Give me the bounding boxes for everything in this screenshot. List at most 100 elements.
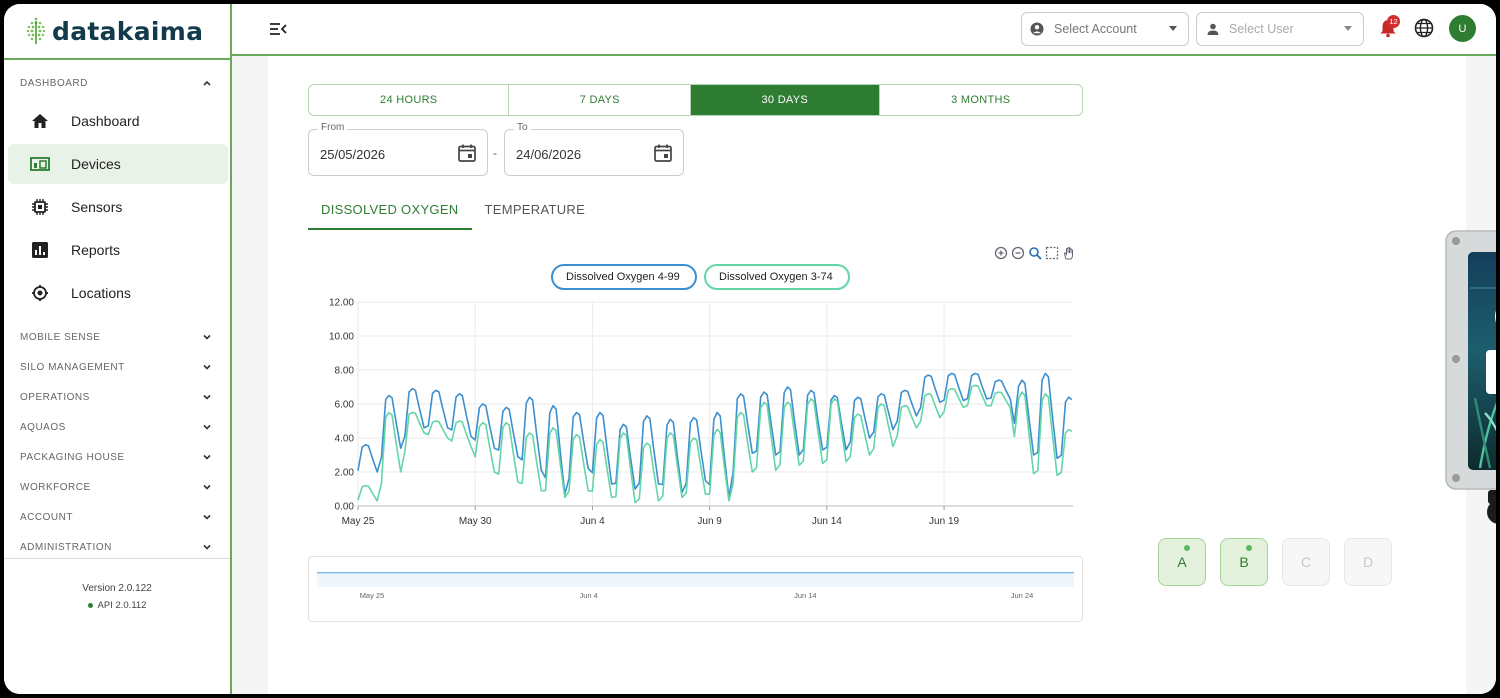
channel-d-button[interactable]: D xyxy=(1344,538,1392,586)
sidebar-item-sensors[interactable]: Sensors xyxy=(8,187,228,227)
x-tick-label: Jun 9 xyxy=(697,516,722,527)
channel-status-led xyxy=(1246,545,1252,551)
version-text: Version 2.0.122 xyxy=(82,583,152,594)
calendar-icon[interactable] xyxy=(653,143,673,163)
calendar-icon[interactable] xyxy=(457,143,477,163)
api-status-dot xyxy=(87,602,93,608)
chevron-down-icon xyxy=(203,544,211,550)
channel-label: B xyxy=(1239,554,1249,570)
tab-24-hours[interactable]: 24 HOURS xyxy=(309,85,510,115)
sidebar-item-locations[interactable]: Locations xyxy=(8,273,228,313)
sidebar-item-reports[interactable]: Reports xyxy=(8,230,228,270)
section-aquaos[interactable]: AQUAOS xyxy=(4,412,230,442)
chevron-down-icon xyxy=(203,514,211,520)
device-label-plate xyxy=(1486,350,1496,394)
caret-down-icon xyxy=(1344,26,1352,31)
pan-hand-icon[interactable] xyxy=(1062,246,1076,260)
chart-toolbar xyxy=(994,246,1076,260)
legend-series-2[interactable]: Dissolved Oxygen 3-74 xyxy=(704,264,850,290)
legend-label: Dissolved Oxygen 4-99 xyxy=(566,271,680,283)
sidebar: datakaima DASHBOARD Dashboard Devices Se… xyxy=(4,4,232,694)
selection-zoom-icon[interactable] xyxy=(1045,246,1059,260)
from-label: From xyxy=(318,122,348,133)
from-date-field[interactable]: From 25/05/2026 xyxy=(308,122,488,176)
tab-3-months[interactable]: 3 MONTHS xyxy=(880,85,1082,115)
select-user-placeholder: Select User xyxy=(1229,22,1294,36)
globe-icon[interactable] xyxy=(1414,18,1434,38)
select-account-placeholder: Select Account xyxy=(1054,22,1137,36)
zoom-in-icon[interactable] xyxy=(994,246,1008,260)
brand-name: datakaima xyxy=(52,16,204,46)
devices-icon xyxy=(30,154,50,174)
sidebar-item-devices[interactable]: Devices xyxy=(8,144,228,184)
avatar[interactable]: U xyxy=(1449,15,1476,42)
select-user[interactable]: Select User xyxy=(1196,12,1364,46)
x-tick-label: May 30 xyxy=(459,516,492,527)
tab-temperature[interactable]: TEMPERATURE xyxy=(472,196,599,230)
dissolved-oxygen-chart[interactable]: 0.00 2.00 4.00 6.00 8.00 10.00 12.00 May 25 May … xyxy=(308,292,1083,550)
section-packaging-house[interactable]: PACKAGING HOUSE xyxy=(4,442,230,472)
tab-30-days[interactable]: 30 DAYS xyxy=(691,85,880,115)
section-label: ADMINISTRATION xyxy=(20,541,112,553)
section-silo-management[interactable]: SILO MANAGEMENT xyxy=(4,352,230,382)
sidebar-item-label: Locations xyxy=(71,285,131,301)
channel-label: D xyxy=(1362,554,1374,570)
device-panel: 24 HOURS 7 DAYS 30 DAYS 3 MONTHS From 25… xyxy=(268,56,1496,694)
y-tick-label: 0.00 xyxy=(335,502,355,513)
channel-b-button[interactable]: B xyxy=(1220,538,1268,586)
section-label: OPERATIONS xyxy=(20,391,90,403)
navigator-tick-label: Jun 24 xyxy=(1011,591,1034,600)
section-dashboard[interactable]: DASHBOARD xyxy=(4,68,230,98)
series-line-1 xyxy=(357,372,1073,499)
device-image: datakaima xyxy=(1445,230,1496,524)
navigator-tick-label: Jun 4 xyxy=(579,591,597,600)
person-icon xyxy=(1207,23,1219,35)
measure-tabs: DISSOLVED OXYGEN TEMPERATURE xyxy=(308,196,598,230)
tab-7-days[interactable]: 7 DAYS xyxy=(509,85,692,115)
navigator-svg[interactable]: May 25 Jun 4 Jun 14 Jun 24 xyxy=(309,557,1082,621)
chart-navigator[interactable]: May 25 Jun 4 Jun 14 Jun 24 xyxy=(308,556,1083,622)
select-account[interactable]: Select Account xyxy=(1021,12,1189,46)
sidebar-item-dashboard[interactable]: Dashboard xyxy=(8,101,228,141)
x-tick-label: Jun 19 xyxy=(929,516,959,527)
section-workforce[interactable]: WORKFORCE xyxy=(4,472,230,502)
from-date-value: 25/05/2026 xyxy=(320,147,386,162)
brand[interactable]: datakaima xyxy=(4,4,230,60)
magnifier-icon[interactable] xyxy=(1028,246,1042,260)
caret-down-icon xyxy=(1169,26,1177,31)
sidebar-item-label: Reports xyxy=(71,242,121,258)
chevron-down-icon xyxy=(203,334,211,340)
api-version: API 2.0.112 xyxy=(4,600,230,611)
tab-dissolved-oxygen[interactable]: DISSOLVED OXYGEN xyxy=(308,196,472,230)
channel-a-button[interactable]: A xyxy=(1158,538,1206,586)
legend-label: Dissolved Oxygen 3-74 xyxy=(719,271,833,283)
legend-series-1[interactable]: Dissolved Oxygen 4-99 xyxy=(551,264,697,290)
section-label: ACCOUNT xyxy=(20,511,73,523)
section-mobile-sense[interactable]: MOBILE SENSE xyxy=(4,322,230,352)
chevron-down-icon xyxy=(203,364,211,370)
zoom-out-icon[interactable] xyxy=(1011,246,1025,260)
sidebar-item-label: Dashboard xyxy=(71,113,140,129)
menu-collapse-icon[interactable] xyxy=(268,20,288,38)
section-label: PACKAGING HOUSE xyxy=(20,451,125,463)
section-operations[interactable]: OPERATIONS xyxy=(4,382,230,412)
chevron-down-icon xyxy=(203,454,211,460)
notifications-button[interactable]: 12 xyxy=(1378,15,1400,40)
section-account[interactable]: ACCOUNT xyxy=(4,502,230,532)
channel-label: A xyxy=(1177,554,1187,570)
chevron-down-icon xyxy=(203,424,211,430)
x-tick-label: May 25 xyxy=(342,516,375,527)
to-date-field[interactable]: To 24/06/2026 xyxy=(504,122,684,176)
sidebar-item-label: Sensors xyxy=(71,199,123,215)
section-label: WORKFORCE xyxy=(20,481,91,493)
account-circle-icon xyxy=(1030,22,1044,36)
section-label: AQUAOS xyxy=(20,421,66,433)
y-tick-label: 12.00 xyxy=(329,298,354,309)
y-tick-label: 6.00 xyxy=(335,400,355,411)
channel-c-button[interactable]: C xyxy=(1282,538,1330,586)
section-dashboard-label: DASHBOARD xyxy=(20,77,88,89)
date-separator: - xyxy=(493,146,497,160)
app-window: datakaima DASHBOARD Dashboard Devices Se… xyxy=(4,4,1496,694)
bar-chart-icon xyxy=(30,240,50,260)
topbar: Select Account Select User 12 U xyxy=(232,4,1496,56)
